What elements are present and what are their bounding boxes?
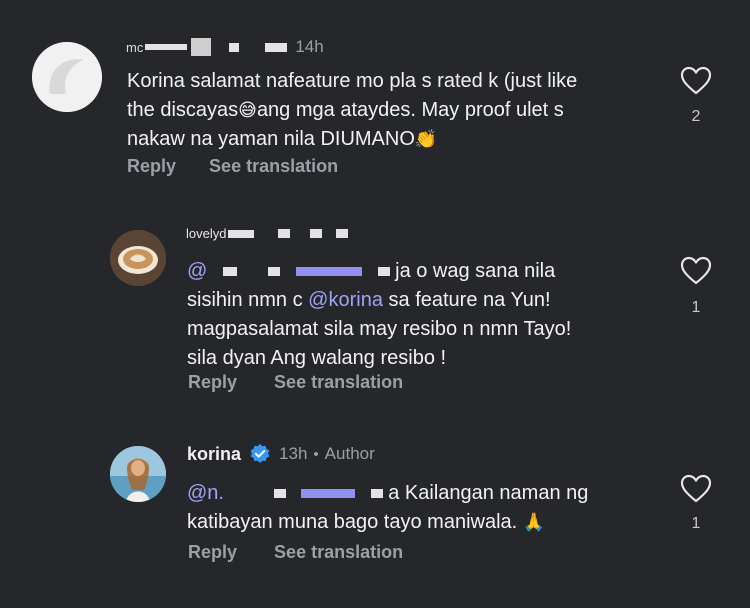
redaction-bar bbox=[268, 267, 281, 277]
redaction-bar bbox=[229, 42, 240, 52]
see-translation-button[interactable]: See translation bbox=[274, 372, 403, 392]
username-row: mc 14h bbox=[126, 37, 324, 57]
like-count: 1 bbox=[691, 299, 701, 316]
redaction-bar bbox=[377, 267, 390, 277]
default-avatar-icon bbox=[32, 42, 102, 112]
avatar[interactable] bbox=[32, 42, 102, 112]
username-row: lovelyd bbox=[186, 226, 349, 241]
folded-hands-emoji: 🙏 bbox=[522, 512, 546, 533]
like-heart-icon[interactable] bbox=[680, 256, 712, 286]
username-masked[interactable]: mc bbox=[126, 40, 143, 55]
comment-time: 13h bbox=[279, 444, 308, 463]
avatar[interactable] bbox=[110, 230, 166, 286]
redaction-bar bbox=[265, 42, 288, 52]
username[interactable]: korina bbox=[187, 444, 241, 465]
redaction-bar bbox=[273, 489, 286, 499]
coffee-cup-icon bbox=[110, 230, 166, 286]
redaction-bar bbox=[336, 229, 349, 238]
see-translation-button[interactable]: See translation bbox=[274, 542, 403, 562]
redaction-bar bbox=[310, 229, 323, 238]
redaction-bar bbox=[228, 229, 255, 238]
profile-photo-icon bbox=[110, 446, 166, 502]
like-count: 1 bbox=[691, 515, 701, 532]
verified-badge-icon bbox=[250, 444, 270, 463]
redaction-bar bbox=[296, 267, 362, 277]
separator-dot: • bbox=[313, 445, 319, 463]
comment-text: @ ja o wag sana nila sisihin nmn c @kori… bbox=[187, 260, 572, 369]
comment-time: 14h bbox=[295, 37, 324, 56]
author-label: Author bbox=[324, 444, 375, 463]
clap-emoji: 👏 bbox=[414, 129, 438, 150]
redaction-bar bbox=[278, 229, 291, 238]
redaction-bar bbox=[222, 267, 237, 277]
reply-button[interactable]: Reply bbox=[127, 156, 176, 176]
comment-text: Korina salamat nafeature mo pla s rated … bbox=[127, 70, 578, 150]
avatar[interactable] bbox=[110, 446, 166, 502]
comment-text: @n. a Kailangan naman ng katibayan muna … bbox=[187, 482, 589, 533]
sweat-smile-emoji: 😅 bbox=[238, 100, 257, 121]
comment-actions: Reply See translation bbox=[188, 542, 403, 563]
like-heart-icon[interactable] bbox=[680, 474, 712, 504]
mention[interactable]: @n. bbox=[187, 482, 224, 504]
redaction-bar bbox=[301, 489, 356, 499]
username-masked[interactable]: lovelyd bbox=[186, 226, 226, 241]
redaction-bar bbox=[145, 44, 188, 50]
see-translation-button[interactable]: See translation bbox=[209, 156, 338, 176]
like-count: 2 bbox=[691, 108, 701, 125]
reply-button[interactable]: Reply bbox=[188, 542, 237, 562]
comment-actions: Reply See translation bbox=[127, 156, 338, 177]
like-heart-icon[interactable] bbox=[680, 66, 712, 96]
mention[interactable]: @ bbox=[187, 260, 207, 282]
reply-button[interactable]: Reply bbox=[188, 372, 237, 392]
redaction-bar bbox=[191, 38, 212, 56]
comment-actions: Reply See translation bbox=[188, 372, 403, 393]
username-row: korina 13h • Author bbox=[187, 443, 375, 465]
mention-korina[interactable]: @korina bbox=[308, 289, 383, 311]
redaction-bar bbox=[370, 489, 383, 499]
